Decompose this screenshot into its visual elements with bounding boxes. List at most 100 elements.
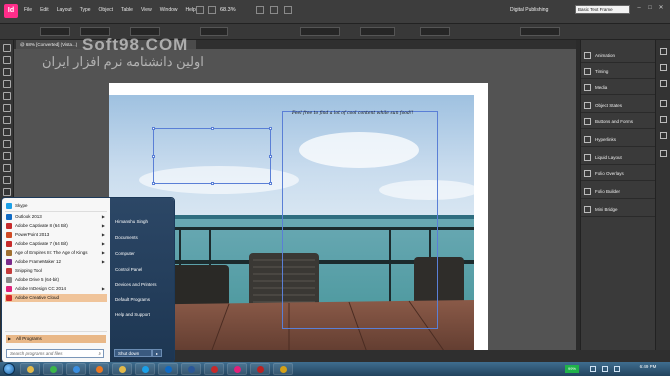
start-link-documents[interactable]: Documents — [115, 234, 173, 242]
zoom-tool-icon[interactable] — [3, 188, 11, 196]
scissors-tool-icon[interactable] — [3, 164, 11, 172]
type-tool-icon[interactable] — [3, 92, 11, 100]
start-item-powerpoint[interactable]: PowerPoint 2013 ▶ — [5, 231, 107, 239]
taskbar-app-chrome[interactable] — [43, 363, 63, 375]
start-link-control-panel[interactable]: Control Panel — [115, 266, 173, 274]
workspace-switcher[interactable]: Digital Publishing — [510, 7, 548, 13]
paragraph-styles-icon[interactable] — [660, 150, 667, 157]
stroke-weight-field[interactable] — [300, 27, 340, 36]
menu-file[interactable]: File — [24, 7, 32, 13]
stroke-type-field[interactable] — [360, 27, 395, 36]
pages-icon[interactable] — [660, 48, 667, 55]
shutdown-button[interactable]: Shut down — [114, 349, 152, 357]
panel-liquid-layout[interactable]: Liquid Layout — [581, 150, 656, 165]
direct-selection-tool-icon[interactable] — [3, 56, 11, 64]
menu-edit[interactable]: Edit — [40, 7, 49, 13]
panel-animation[interactable]: Animation — [581, 48, 656, 63]
start-item-framemaker[interactable]: Adobe FrameMaker 12 ▶ — [5, 258, 107, 266]
line-tool-icon[interactable] — [3, 104, 11, 112]
pencil-tool-icon[interactable] — [3, 128, 11, 136]
zoom-level[interactable]: 68.3% — [220, 7, 236, 13]
panel-folio-builder[interactable]: Folio Builder — [581, 184, 656, 199]
taskbar-app-acrobat[interactable] — [250, 363, 270, 375]
links-icon[interactable] — [660, 80, 667, 87]
start-link-user[interactable]: Himanshu Singh — [115, 218, 173, 226]
panel-object-states[interactable]: Object States — [581, 98, 656, 113]
taskbar-app-media[interactable] — [89, 363, 109, 375]
taskbar-app-files[interactable] — [112, 363, 132, 375]
resize-handle[interactable] — [269, 155, 272, 158]
maximize-button[interactable]: □ — [645, 4, 655, 12]
resize-handle[interactable] — [152, 155, 155, 158]
resize-handle[interactable] — [211, 127, 214, 130]
start-item-skype[interactable]: Skype — [5, 202, 107, 210]
start-link-help-support[interactable]: Help and Support — [115, 311, 173, 319]
resize-handle[interactable] — [269, 182, 272, 185]
start-button[interactable] — [3, 363, 15, 375]
graphic-frame-selection[interactable] — [153, 128, 271, 184]
rectangle-frame-tool-icon[interactable] — [3, 140, 11, 148]
taskbar-app-indesign[interactable] — [227, 363, 247, 375]
start-item-creative-cloud[interactable]: Adobe Creative Cloud — [5, 294, 107, 302]
layers-icon[interactable] — [660, 64, 667, 71]
page-tool-icon[interactable] — [3, 68, 11, 76]
taskbar-app-explorer[interactable] — [20, 363, 40, 375]
all-programs-button[interactable]: ▶ All Programs — [6, 335, 106, 343]
shutdown-options-button[interactable]: ▸ — [152, 349, 162, 357]
pen-tool-icon[interactable] — [3, 116, 11, 124]
search-input[interactable]: Basic Text Frame — [575, 5, 630, 14]
minimize-button[interactable]: – — [634, 4, 644, 12]
taskbar-app-outlook[interactable] — [158, 363, 178, 375]
selection-tool-icon[interactable] — [3, 44, 11, 52]
taskbar-app-skype[interactable] — [135, 363, 155, 375]
bridge-icon[interactable] — [196, 6, 204, 14]
screen-mode-icon[interactable] — [270, 6, 278, 14]
taskbar-app-ie[interactable] — [66, 363, 86, 375]
action-center-icon[interactable] — [614, 366, 620, 372]
menu-view[interactable]: View — [141, 7, 152, 13]
start-item-captivate-7[interactable]: Adobe Captivate 7 (64 Bit) ▶ — [5, 240, 107, 248]
swatches-icon[interactable] — [660, 132, 667, 139]
zoom-icon[interactable] — [208, 6, 216, 14]
menu-window[interactable]: Window — [160, 7, 178, 13]
start-item-age-of-empires[interactable]: Age of Empires III: The Age of Kings ▶ — [5, 249, 107, 257]
panel-timing[interactable]: Timing — [581, 64, 656, 79]
taskbar-app-word[interactable] — [181, 363, 201, 375]
resize-handle[interactable] — [152, 127, 155, 130]
page-caption[interactable]: Feel free to find a lot of cool content … — [292, 111, 414, 116]
taskbar-app-captivate[interactable] — [204, 363, 224, 375]
taskbar-app-app12[interactable] — [273, 363, 293, 375]
network-icon[interactable] — [590, 366, 596, 372]
panel-hyperlinks[interactable]: Hyperlinks — [581, 132, 656, 147]
panel-buttons-forms[interactable]: Buttons and Forms — [581, 114, 656, 129]
resize-handle[interactable] — [152, 182, 155, 185]
start-link-default-programs[interactable]: Default Programs — [115, 296, 173, 304]
view-options-icon[interactable] — [256, 6, 264, 14]
volume-icon[interactable] — [602, 366, 608, 372]
battery-indicator[interactable]: 99% — [565, 365, 579, 373]
text-frame-selection[interactable] — [282, 111, 438, 329]
start-link-computer[interactable]: Computer — [115, 250, 173, 258]
menu-help[interactable]: Help — [186, 7, 196, 13]
panel-mini-bridge[interactable]: Mini Bridge — [581, 202, 656, 217]
hand-tool-icon[interactable] — [3, 176, 11, 184]
taskbar-clock[interactable]: 6:49 PM — [634, 364, 662, 369]
close-button[interactable]: ✕ — [656, 4, 666, 12]
start-item-captivate-8[interactable]: Adobe Captivate 8 (64 Bit) ▶ — [5, 222, 107, 230]
stroke-icon[interactable] — [660, 100, 667, 107]
start-item-indesign[interactable]: Adobe InDesign CC 2014 ▶ — [5, 285, 107, 293]
panel-folio-overlays[interactable]: Folio Overlays — [581, 166, 656, 181]
rotation-field[interactable] — [200, 27, 228, 36]
resize-handle[interactable] — [211, 182, 214, 185]
menu-layout[interactable]: Layout — [57, 7, 72, 13]
opacity-field[interactable] — [420, 27, 450, 36]
start-link-devices-printers[interactable]: Devices and Printers — [115, 281, 173, 289]
resize-handle[interactable] — [269, 127, 272, 130]
menu-table[interactable]: Table — [121, 7, 133, 13]
color-icon[interactable] — [660, 116, 667, 123]
start-item-adobe-drive[interactable]: Adobe Drive 5 (64-bit) — [5, 276, 107, 284]
start-search-input[interactable]: Search programs and files ⌕ — [6, 349, 104, 358]
x-position-field[interactable] — [40, 27, 70, 36]
panel-media[interactable]: Media — [581, 80, 656, 95]
gap-tool-icon[interactable] — [3, 80, 11, 88]
